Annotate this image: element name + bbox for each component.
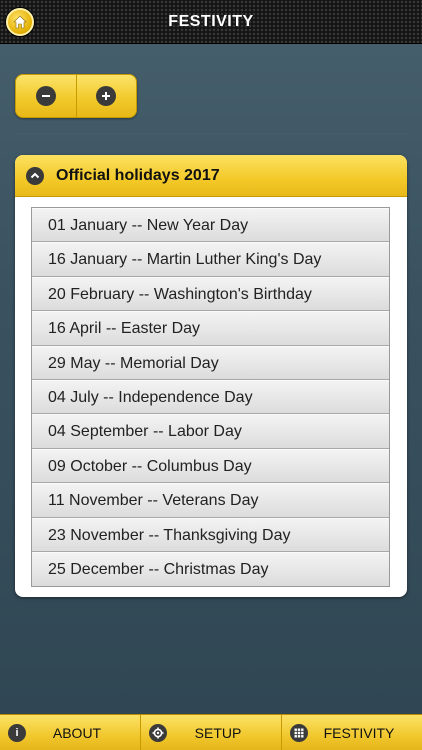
nav-item-about[interactable]: i ABOUT xyxy=(0,715,140,750)
nav-item-setup[interactable]: SETUP xyxy=(140,715,281,750)
zoom-out-button[interactable] xyxy=(16,75,76,117)
list-item[interactable]: 20 February -- Washington's Birthday xyxy=(32,276,389,312)
holiday-list: 01 January -- New Year Day 16 January --… xyxy=(31,207,390,588)
plus-circle-icon xyxy=(96,86,117,106)
panel-title: Official holidays 2017 xyxy=(56,166,220,184)
info-icon: i xyxy=(8,724,26,742)
page-title: FESTIVITY xyxy=(168,13,254,30)
list-item[interactable]: 09 October -- Columbus Day xyxy=(32,448,389,484)
list-item[interactable]: 04 September -- Labor Day xyxy=(32,414,389,449)
panel-header[interactable]: Official holidays 2017 xyxy=(15,155,407,197)
list-item[interactable]: 01 January -- New Year Day xyxy=(32,208,389,243)
holidays-panel: Official holidays 2017 01 January -- New… xyxy=(15,155,407,597)
chevron-up-circle-icon xyxy=(26,166,44,185)
list-item[interactable]: 04 July -- Independence Day xyxy=(32,379,389,415)
list-item[interactable]: 16 January -- Martin Luther King's Day xyxy=(32,242,389,277)
zoom-control xyxy=(15,74,137,118)
list-item[interactable]: 16 April -- Easter Day xyxy=(32,311,389,346)
list-item[interactable]: 23 November -- Thanksgiving Day xyxy=(32,517,389,552)
gear-icon xyxy=(149,724,167,742)
list-item[interactable]: 11 November -- Veterans Day xyxy=(32,483,389,518)
list-item[interactable]: 29 May -- Memorial Day xyxy=(32,345,389,380)
list-item[interactable]: 25 December -- Christmas Day xyxy=(32,551,389,587)
divider xyxy=(15,133,407,134)
app-header: FESTIVITY xyxy=(0,0,422,44)
bottom-nav: i ABOUT SETUP FESTIVITY xyxy=(0,714,422,750)
grid-icon xyxy=(290,724,308,742)
minus-circle-icon xyxy=(35,86,56,106)
zoom-in-button[interactable] xyxy=(75,75,137,117)
nav-item-festivity[interactable]: FESTIVITY xyxy=(281,715,422,750)
